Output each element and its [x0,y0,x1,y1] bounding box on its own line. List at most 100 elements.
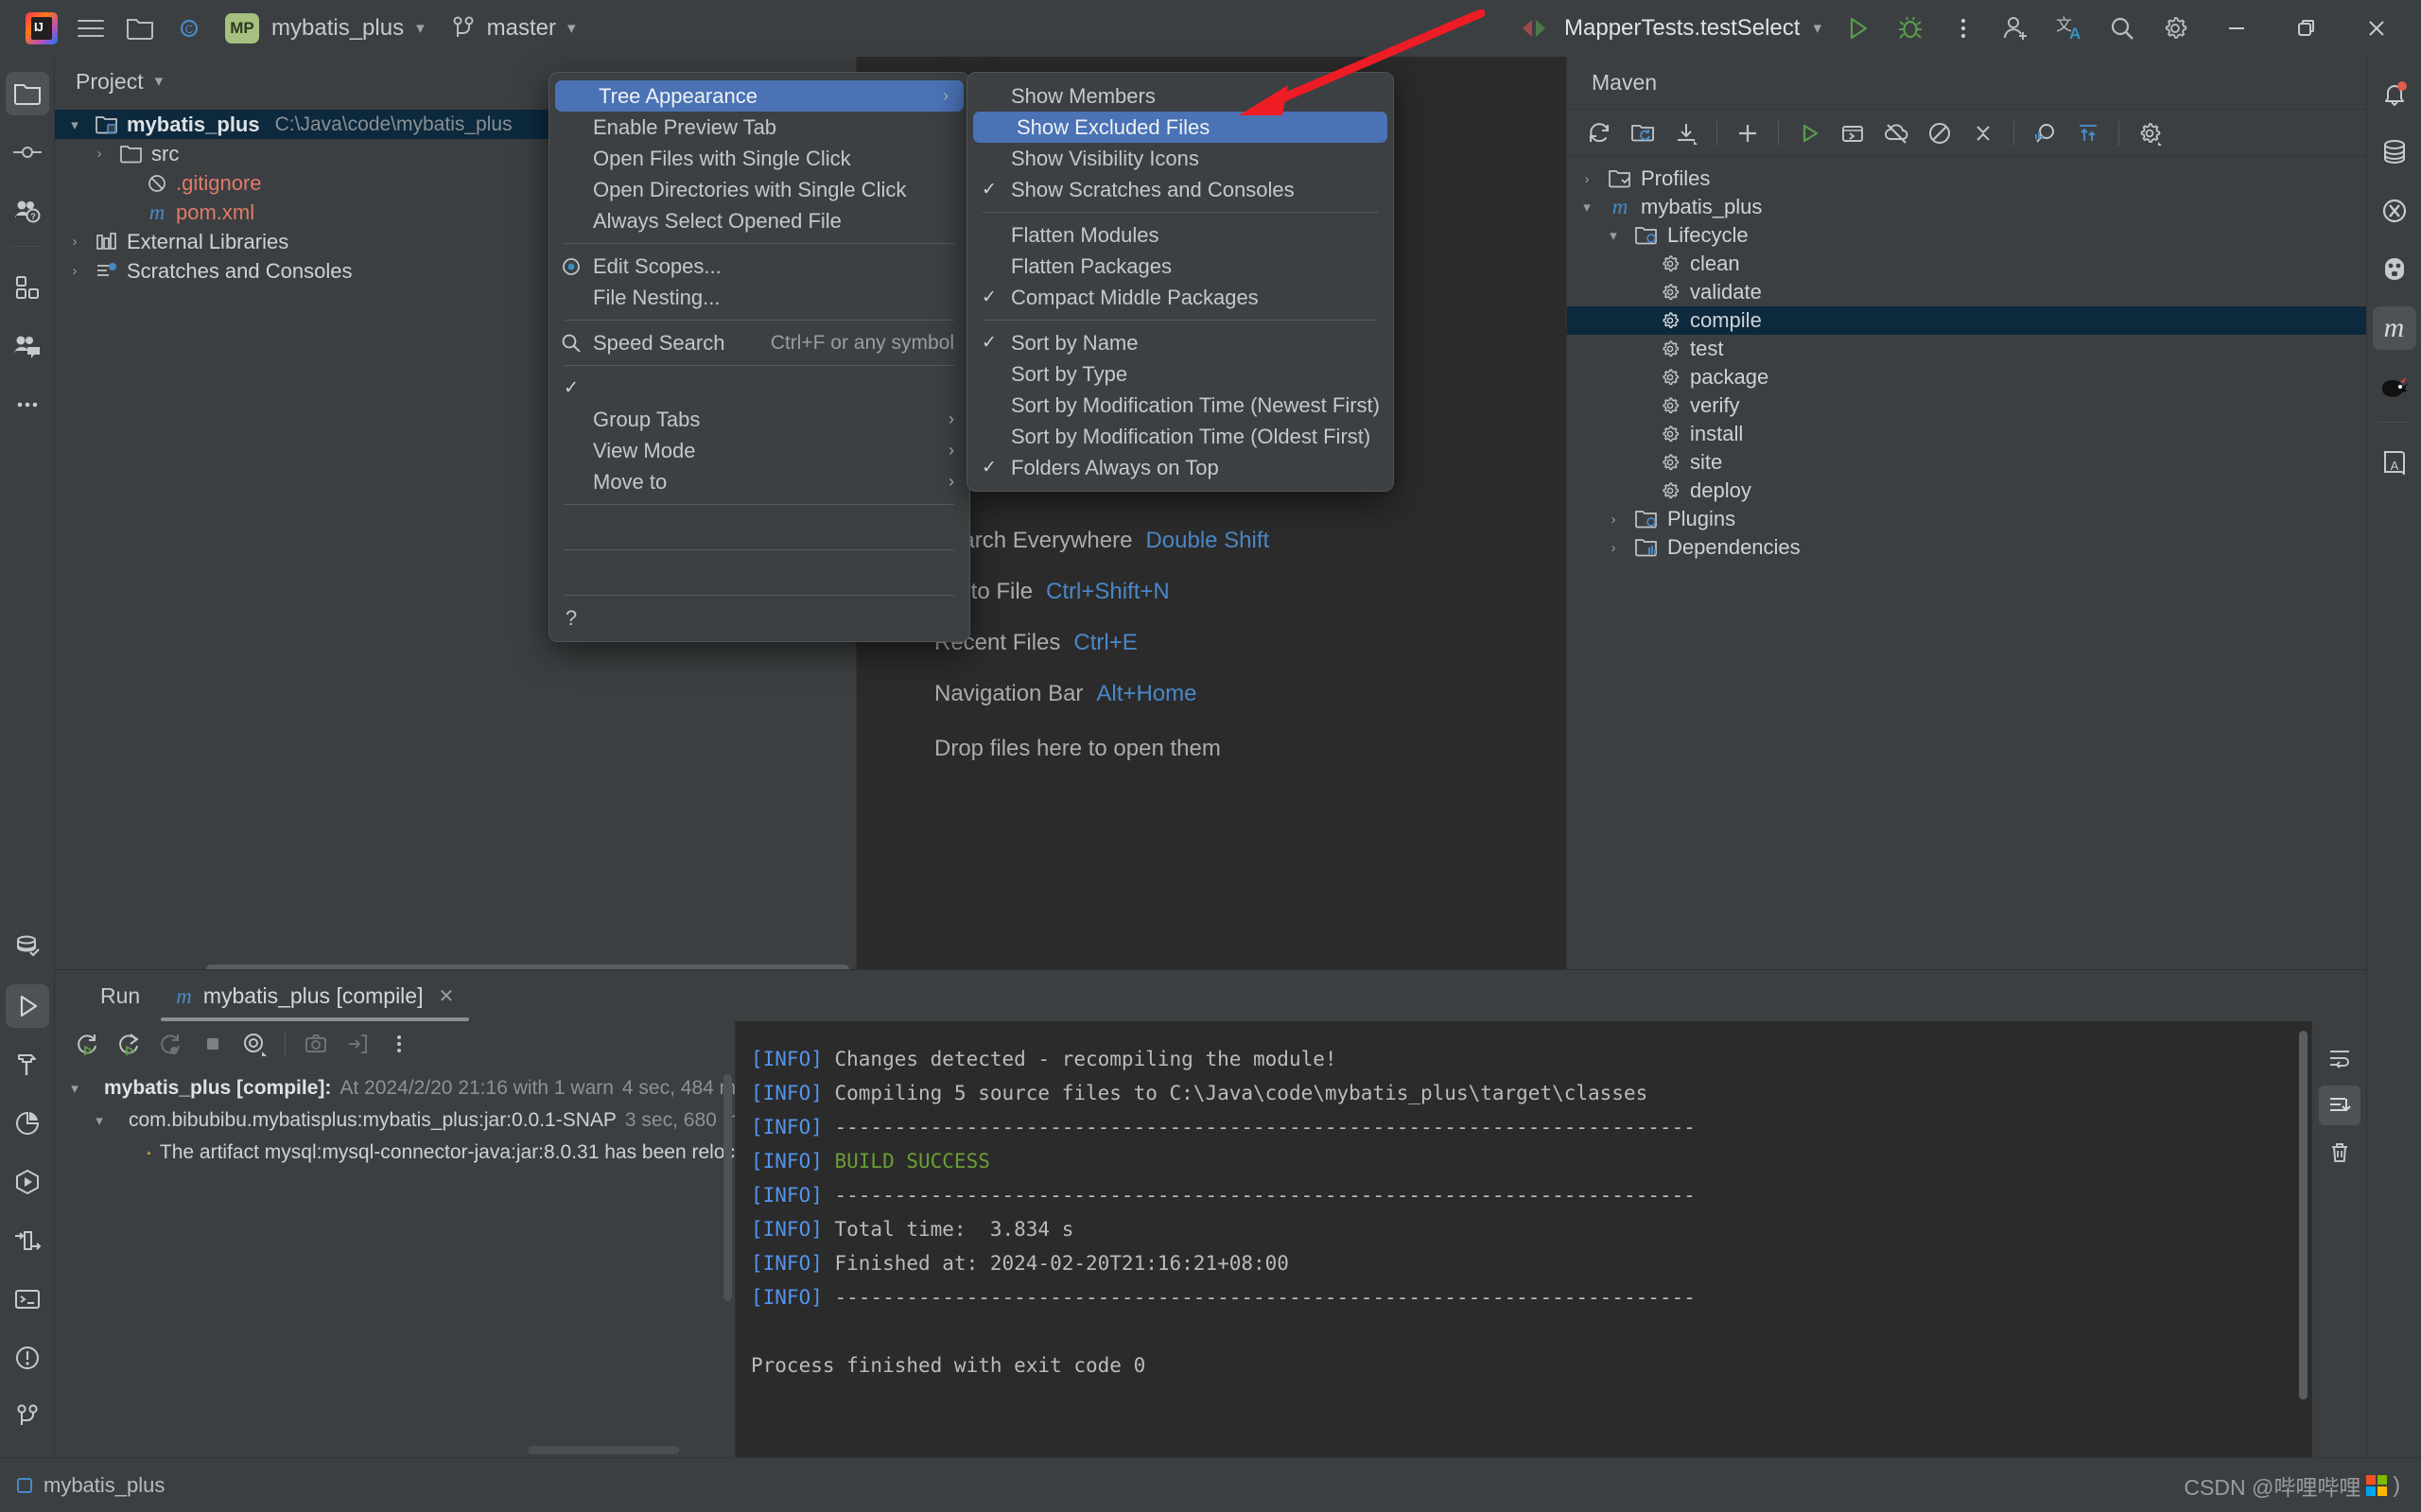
vcs-commit-button[interactable]: C [165,8,214,49]
toggle-skip-tests-icon[interactable] [1919,113,1960,153]
open-in-editor-icon[interactable] [338,1025,377,1063]
open-project-button[interactable] [115,8,165,49]
database-icon[interactable] [2373,130,2416,174]
console-scrollbar[interactable] [2299,1031,2308,1399]
terminal-tool-icon[interactable] [6,1277,49,1321]
maven-row-deploy[interactable]: deploy [1567,477,2366,505]
menu-item-move-to[interactable]: View Mode › [549,435,969,466]
maven-tree[interactable]: › Profiles ▾ m mybatis_plus ▾ Lifecycle [1567,157,2366,562]
maven-settings-icon[interactable] [2129,113,2170,153]
maven-row-lifecycle[interactable]: ▾ Lifecycle [1567,221,2366,250]
clear-all-icon[interactable] [2319,1133,2360,1173]
project-selector[interactable]: MP mybatis_plus ▾ [214,8,436,49]
run-row-module[interactable]: ▾ mybatis_plus [compile]: At 2024/2/20 2… [55,1072,735,1104]
menu-item-always-select-opened-file[interactable]: Always Select Opened File [549,205,969,236]
database-tool-icon[interactable] [6,926,49,969]
menu-item-open-directories-with-single-click[interactable]: Open Directories with Single Click [549,174,969,205]
settings-button[interactable] [2149,7,2202,50]
menu-item-resize[interactable]: Move to › [549,466,969,497]
expand-twisty-icon[interactable]: › [62,263,87,279]
collapse-all-icon[interactable] [1962,113,2004,153]
toggle-offline-mode-icon[interactable] [1875,113,1917,153]
submenu-item-compact-middle-packages[interactable]: ✓ Compact Middle Packages [967,282,1393,313]
submenu-item-sort-by-modification-time-oldest[interactable]: Sort by Modification Time (Oldest First) [967,421,1393,452]
submenu-item-folders-always-on-top[interactable]: ✓ Folders Always on Top [967,452,1393,483]
maven-x-icon[interactable] [2373,189,2416,233]
submenu-item-sort-by-name[interactable]: ✓ Sort by Name [967,327,1393,358]
run-tree-scrollbar[interactable] [723,1074,732,1301]
chevron-down-icon[interactable]: ▾ [155,72,164,91]
maven-tool-icon[interactable]: m [2372,306,2416,350]
debug-tool-icon[interactable] [6,1219,49,1262]
menu-item-remove-from-sidebar[interactable] [549,512,969,543]
menu-item-open-files-with-single-click[interactable]: Open Files with Single Click [549,143,969,174]
submenu-item-flatten-modules[interactable]: Flatten Modules [967,219,1393,251]
git-tool-icon[interactable] [6,1395,49,1438]
submenu-item-show-visibility-icons[interactable]: Show Visibility Icons [967,143,1393,174]
search-button[interactable] [2096,7,2149,50]
scroll-to-end-icon[interactable] [2318,1086,2360,1125]
menu-item-view-mode[interactable]: Group Tabs › [549,404,969,435]
close-window-button[interactable] [2342,0,2412,57]
ninja-icon[interactable] [2373,365,2416,408]
generate-sources-icon[interactable] [1622,113,1663,153]
menu-item-edit-scopes[interactable]: Edit Scopes... [549,251,969,282]
maven-row-test[interactable]: test [1567,335,2366,363]
menu-item-file-nesting[interactable]: File Nesting... [549,282,969,313]
add-account-button[interactable] [1990,7,2043,50]
project-panel-context-menu[interactable]: Tree Appearance › Enable Preview Tab Ope… [549,72,970,642]
menu-item-group-tabs[interactable]: ✓ [549,373,969,404]
close-icon[interactable]: ✕ [438,984,454,1008]
expand-twisty-icon[interactable]: › [1601,540,1626,556]
more-actions-button[interactable] [1937,7,1990,50]
build-tool-icon[interactable] [6,1043,49,1086]
maven-row-package[interactable]: package [1567,363,2366,391]
more-options-icon[interactable] [379,1025,419,1063]
collapse-twisty-icon[interactable]: ▾ [62,1080,87,1097]
profiler-tool-icon[interactable] [6,1102,49,1145]
rerun-failed-icon[interactable] [110,1025,149,1063]
expand-twisty-icon[interactable]: › [1575,171,1599,187]
run-maven-build-icon[interactable] [1788,113,1830,153]
maximize-window-button[interactable] [2272,0,2342,57]
minimize-window-button[interactable] [2202,0,2272,57]
menu-item-speed-search[interactable]: Speed Search Ctrl+F or any symbol [549,327,969,358]
submenu-item-show-members[interactable]: Show Members [967,80,1393,112]
collapse-twisty-icon[interactable]: ▾ [87,1112,112,1129]
project-tool-icon[interactable] [5,72,49,115]
submenu-item-sort-by-type[interactable]: Sort by Type [967,358,1393,390]
collapse-twisty-icon[interactable]: ▾ [62,116,87,133]
rerun-icon[interactable] [68,1025,108,1063]
maven-row-validate[interactable]: validate [1567,278,2366,306]
code-with-me-icon[interactable] [6,324,49,368]
run-row-artifact[interactable]: ▾ com.bibubibu.mybatisplus:mybatis_plus:… [55,1104,735,1137]
dictionary-icon[interactable]: A [2373,442,2416,485]
build-console[interactable]: [INFO] Changes detected - recompiling th… [736,1021,2311,1457]
maven-row-verify[interactable]: verify [1567,391,2366,420]
run-tool-icon[interactable] [5,984,49,1028]
menu-item-tree-appearance[interactable]: Tree Appearance › [555,80,964,112]
run-tree-h-scrollbar[interactable] [528,1446,679,1454]
add-maven-project-icon[interactable] [1727,113,1768,153]
submenu-item-show-scratches-and-consoles[interactable]: ✓ Show Scratches and Consoles [967,174,1393,205]
download-sources-icon[interactable] [1665,113,1707,153]
stop-icon[interactable] [193,1025,233,1063]
expand-twisty-icon[interactable]: › [1601,512,1626,528]
translate-button[interactable]: 文 A [2043,7,2096,50]
notifications-icon[interactable] [2373,72,2416,115]
submenu-item-flatten-packages[interactable]: Flatten Packages [967,251,1393,282]
maven-row-site[interactable]: site [1567,448,2366,477]
debug-button[interactable] [1884,7,1937,50]
run-button[interactable] [1831,7,1884,50]
tree-appearance-submenu[interactable]: Show Members Show Excluded Files Show Vi… [967,72,1394,492]
branch-selector[interactable]: master ▾ [442,8,585,49]
expand-twisty-icon[interactable]: › [62,234,87,250]
collapse-twisty-icon[interactable]: ▾ [1601,227,1626,244]
more-tool-windows-icon[interactable] [6,383,49,426]
toggle-auto-test-icon[interactable] [235,1025,274,1063]
maven-row-install[interactable]: install [1567,420,2366,448]
maven-row-mybatis-plus[interactable]: ▾ m mybatis_plus [1567,193,2366,221]
tab-mybatis-plus-compile[interactable]: m mybatis_plus [compile] ✕ [161,983,470,1021]
soft-wrap-icon[interactable] [2319,1038,2360,1078]
export-icon[interactable] [296,1025,336,1063]
